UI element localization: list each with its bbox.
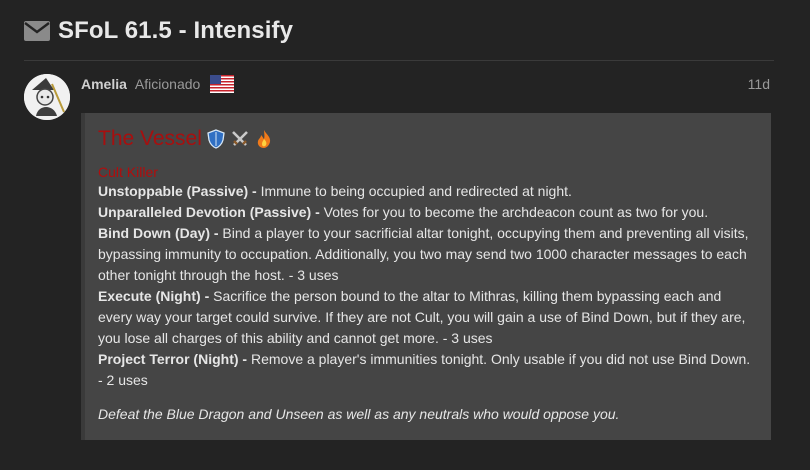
topic-title[interactable]: SFoL 61.5 - Intensify xyxy=(58,17,293,45)
post-age[interactable]: 11d xyxy=(748,76,770,92)
user-title: Aficionado xyxy=(134,76,201,92)
header-divider xyxy=(24,60,774,61)
ability-name: Execute (Night) - xyxy=(98,288,210,304)
avatar[interactable] xyxy=(24,74,70,120)
alignment-label: Cult Killer xyxy=(98,164,158,180)
topic-header: SFoL 61.5 - Intensify xyxy=(24,14,293,48)
ability-item: Bind Down (Day) - Bind a player to your … xyxy=(98,223,755,286)
role-name: The Vessel xyxy=(98,127,202,150)
ability-text: Votes for you to become the archdeacon c… xyxy=(319,204,709,220)
ability-text: Immune to being occupied and redirected … xyxy=(256,183,572,199)
shield-emoji-icon xyxy=(206,129,226,149)
ability-item: Project Terror (Night) - Remove a player… xyxy=(98,349,755,391)
role-name-row: The Vessel xyxy=(98,125,755,153)
ability-name: Unstoppable (Passive) - xyxy=(98,183,257,199)
envelope-icon xyxy=(24,21,50,41)
ability-name: Project Terror (Night) - xyxy=(98,351,248,367)
crossed-swords-icon xyxy=(230,129,250,149)
ability-item: Unparalleled Devotion (Passive) - Votes … xyxy=(98,202,755,223)
role-card: The Vessel Cult Killer Unstoppable (Pass… xyxy=(81,113,771,440)
ability-name: Bind Down (Day) - xyxy=(98,225,219,241)
post-meta: Amelia Aficionado xyxy=(81,75,235,93)
win-condition: Defeat the Blue Dragon and Unseen as wel… xyxy=(98,406,620,422)
fire-icon xyxy=(254,129,274,149)
ability-name: Unparalleled Devotion (Passive) - xyxy=(98,204,320,220)
abilities-list: Unstoppable (Passive) - Immune to being … xyxy=(98,181,755,391)
ability-item: Execute (Night) - Sacrifice the person b… xyxy=(98,286,755,349)
username[interactable]: Amelia xyxy=(81,76,127,92)
ability-item: Unstoppable (Passive) - Immune to being … xyxy=(98,181,755,202)
us-flag-icon xyxy=(210,75,235,93)
